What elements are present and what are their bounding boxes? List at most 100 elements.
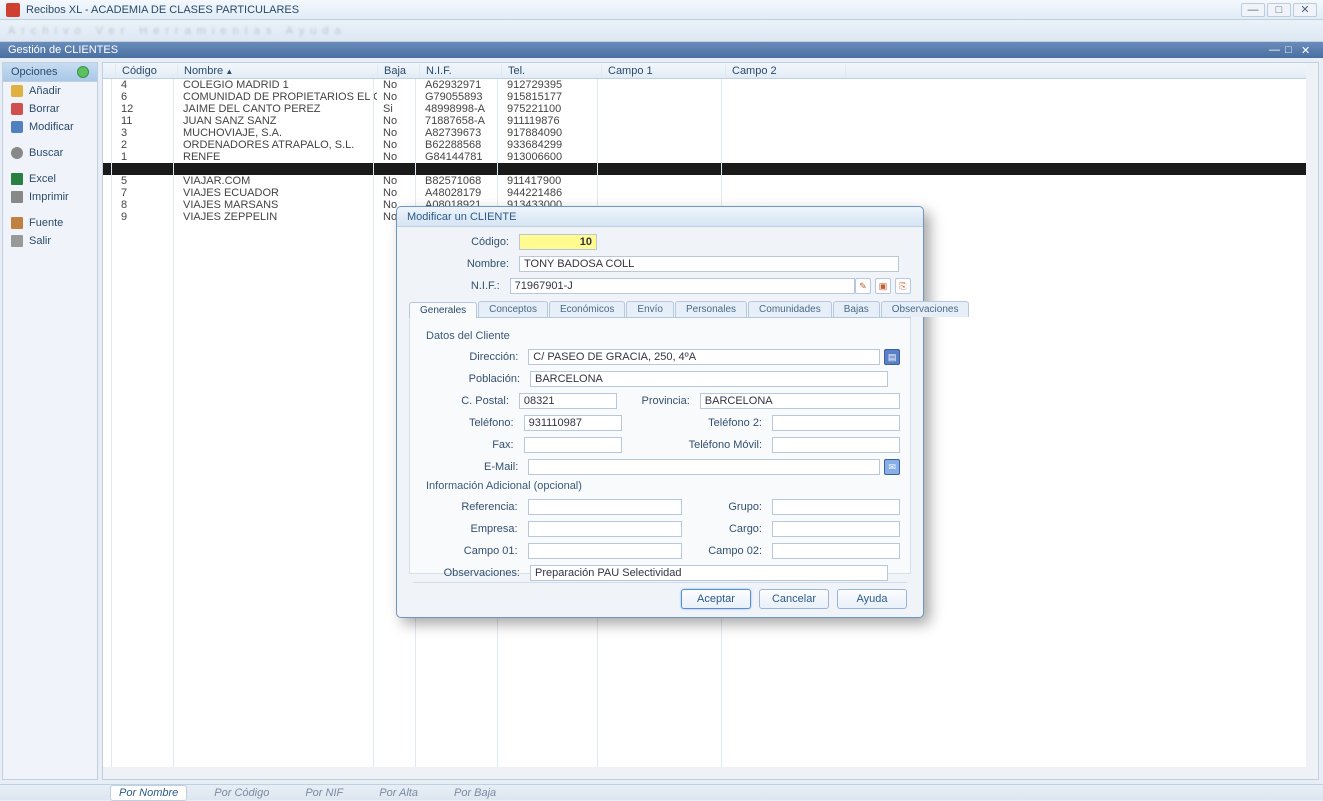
label-email: E-Mail: bbox=[420, 461, 528, 473]
ic-search-icon bbox=[11, 147, 23, 159]
label-provincia: Provincia: bbox=[617, 395, 700, 407]
minimize-button[interactable]: — bbox=[1241, 3, 1265, 17]
input-cpostal[interactable] bbox=[519, 393, 617, 409]
sidebar-item-salir[interactable]: Salir bbox=[3, 232, 97, 250]
label-fax: Fax: bbox=[420, 439, 524, 451]
tab-personales[interactable]: Personales bbox=[675, 301, 747, 317]
label-referencia: Referencia: bbox=[420, 501, 528, 513]
input-poblacion[interactable] bbox=[530, 371, 888, 387]
accept-button[interactable]: Aceptar bbox=[681, 589, 751, 609]
input-referencia[interactable] bbox=[528, 499, 682, 515]
dialog-footer: Aceptar Cancelar Ayuda bbox=[413, 582, 907, 609]
sidebar-header-label: Opciones bbox=[11, 66, 57, 78]
sub-close-button[interactable]: ✕ bbox=[1301, 44, 1315, 56]
tab-generales[interactable]: Generales bbox=[409, 302, 477, 318]
sidebar-item-label: Imprimir bbox=[29, 191, 69, 203]
input-provincia[interactable] bbox=[700, 393, 900, 409]
label-observaciones: Observaciones: bbox=[420, 567, 530, 579]
toolbar-icon-3[interactable]: ⎘ bbox=[895, 278, 911, 294]
sidebar-item-label: Salir bbox=[29, 235, 51, 247]
ic-add-icon bbox=[11, 85, 23, 97]
input-telefono[interactable] bbox=[524, 415, 622, 431]
tab-observaciones[interactable]: Observaciones bbox=[881, 301, 970, 317]
ic-print-icon bbox=[11, 191, 23, 203]
footer-tab-1[interactable]: Por Código bbox=[205, 785, 278, 801]
col-tel[interactable]: Tel. bbox=[502, 64, 602, 78]
dialog-title-bar[interactable]: Modificar un CLIENTE bbox=[397, 207, 923, 227]
sidebar-item-excel[interactable]: Excel bbox=[3, 170, 97, 188]
input-nombre[interactable] bbox=[519, 256, 899, 272]
label-telefono2: Teléfono 2: bbox=[622, 417, 772, 429]
input-email[interactable] bbox=[528, 459, 880, 475]
input-nif[interactable] bbox=[510, 278, 855, 294]
ic-del-icon bbox=[11, 103, 23, 115]
col-campo2[interactable]: Campo 2 bbox=[726, 64, 846, 78]
sidebar-item-label: Borrar bbox=[29, 103, 60, 115]
section-info-adicional: Información Adicional (opcional) bbox=[426, 480, 900, 492]
col-campo1[interactable]: Campo 1 bbox=[602, 64, 726, 78]
subwindow-title-bar: Gestión de CLIENTES — □ ✕ bbox=[0, 42, 1323, 58]
col-nombre[interactable]: Nombre bbox=[178, 64, 378, 78]
sidebar-item-label: Modificar bbox=[29, 121, 74, 133]
input-observaciones[interactable] bbox=[530, 565, 888, 581]
footer-tab-0[interactable]: Por Nombre bbox=[110, 785, 187, 801]
close-button[interactable]: ✕ bbox=[1293, 3, 1317, 17]
input-empresa[interactable] bbox=[528, 521, 682, 537]
sidebar-item-label: Fuente bbox=[29, 217, 63, 229]
grid-vscroll[interactable] bbox=[1306, 63, 1318, 779]
grid-hscroll[interactable] bbox=[103, 767, 1306, 779]
sidebar-item-fuente[interactable]: Fuente bbox=[3, 214, 97, 232]
edit-client-dialog: Modificar un CLIENTE Código: Nombre: N.I… bbox=[396, 206, 924, 618]
sub-maximize-button[interactable]: □ bbox=[1285, 44, 1299, 56]
tab-envío[interactable]: Envío bbox=[626, 301, 674, 317]
sub-minimize-button[interactable]: — bbox=[1269, 44, 1283, 56]
tab-económicos[interactable]: Económicos bbox=[549, 301, 625, 317]
toolbar-icon-2[interactable]: ▣ bbox=[875, 278, 891, 294]
label-campo02: Campo 02: bbox=[682, 545, 772, 557]
footer-tab-3[interactable]: Por Alta bbox=[370, 785, 427, 801]
label-nif: N.I.F.: bbox=[409, 280, 510, 292]
section-datos-cliente: Datos del Cliente bbox=[426, 330, 900, 342]
toolbar-icon-1[interactable]: ✎ bbox=[855, 278, 871, 294]
dialog-tabs: GeneralesConceptosEconómicosEnvíoPersona… bbox=[409, 301, 911, 318]
email-send-icon[interactable]: ✉ bbox=[884, 459, 900, 475]
input-fax[interactable] bbox=[524, 437, 622, 453]
sidebar-item-label: Excel bbox=[29, 173, 56, 185]
input-direccion[interactable] bbox=[528, 349, 880, 365]
col-nif[interactable]: N.I.F. bbox=[420, 64, 502, 78]
grid-header[interactable]: Código Nombre Baja N.I.F. Tel. Campo 1 C… bbox=[103, 63, 1318, 79]
tab-conceptos[interactable]: Conceptos bbox=[478, 301, 548, 317]
label-empresa: Empresa: bbox=[420, 523, 528, 535]
input-campo01[interactable] bbox=[528, 543, 682, 559]
footer-tab-2[interactable]: Por NIF bbox=[296, 785, 352, 801]
label-poblacion: Población: bbox=[420, 373, 530, 385]
app-icon bbox=[6, 3, 20, 17]
subwindow-title: Gestión de CLIENTES bbox=[8, 44, 118, 56]
sidebar-item-borrar[interactable]: Borrar bbox=[3, 100, 97, 118]
input-telefono2[interactable] bbox=[772, 415, 900, 431]
input-cargo[interactable] bbox=[772, 521, 900, 537]
input-grupo[interactable] bbox=[772, 499, 900, 515]
menu-bar[interactable]: Archivo Ver Herramientas Ayuda bbox=[0, 20, 1323, 42]
tab-comunidades[interactable]: Comunidades bbox=[748, 301, 832, 317]
sidebar-item-buscar[interactable]: Buscar bbox=[3, 144, 97, 162]
footer-tab-4[interactable]: Por Baja bbox=[445, 785, 505, 801]
cancel-button[interactable]: Cancelar bbox=[759, 589, 829, 609]
label-movil: Teléfono Móvil: bbox=[622, 439, 772, 451]
input-campo02[interactable] bbox=[772, 543, 900, 559]
sidebar-item-imprimir[interactable]: Imprimir bbox=[3, 188, 97, 206]
sidebar-item-añadir[interactable]: Añadir bbox=[3, 82, 97, 100]
sidebar-item-label: Añadir bbox=[29, 85, 61, 97]
direccion-lookup-icon[interactable]: ▤ bbox=[884, 349, 900, 365]
input-codigo[interactable] bbox=[519, 234, 597, 250]
tab-bajas[interactable]: Bajas bbox=[833, 301, 880, 317]
maximize-button[interactable]: □ bbox=[1267, 3, 1291, 17]
col-baja[interactable]: Baja bbox=[378, 64, 420, 78]
input-movil[interactable] bbox=[772, 437, 900, 453]
col-codigo[interactable]: Código bbox=[116, 64, 178, 78]
help-button[interactable]: Ayuda bbox=[837, 589, 907, 609]
sidebar-item-modificar[interactable]: Modificar bbox=[3, 118, 97, 136]
dialog-title: Modificar un CLIENTE bbox=[407, 211, 516, 223]
sidebar-header-dot-icon bbox=[77, 66, 89, 78]
sidebar-item-label: Buscar bbox=[29, 147, 63, 159]
